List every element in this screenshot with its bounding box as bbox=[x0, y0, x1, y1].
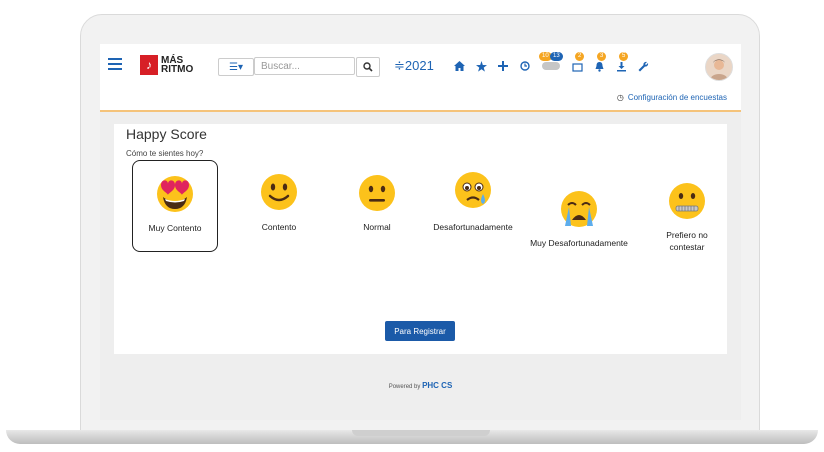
home-icon[interactable] bbox=[448, 55, 470, 77]
option-label: Normal bbox=[363, 222, 391, 232]
option-prefiero-no-contestar[interactable]: Prefiero no contestar bbox=[644, 168, 730, 260]
star-icon[interactable] bbox=[470, 55, 492, 77]
option-label: Prefiero no contestar bbox=[666, 230, 708, 252]
page-title: Happy Score bbox=[126, 126, 207, 142]
crying-emoji-icon bbox=[561, 191, 597, 227]
music-note-icon: ♪ bbox=[140, 55, 158, 75]
option-label: Contento bbox=[261, 222, 297, 232]
user-photo-icon bbox=[706, 54, 732, 80]
laptop-notch bbox=[352, 430, 490, 436]
year-selector[interactable]: ≑2021 bbox=[394, 58, 434, 74]
heart-eyes-emoji-icon bbox=[157, 176, 193, 212]
wrench-icon[interactable] bbox=[632, 55, 654, 77]
badge-count: 13 bbox=[550, 52, 563, 61]
search-input[interactable] bbox=[254, 57, 355, 75]
option-desafortunadamente[interactable]: Desafortunadamente bbox=[430, 160, 516, 252]
option-muy-contento[interactable]: Muy Contento bbox=[132, 160, 218, 252]
download-icon[interactable]: 5 bbox=[610, 52, 632, 77]
badge-count: 2 bbox=[575, 52, 585, 61]
option-label: Muy Desafortunadamente bbox=[530, 238, 628, 248]
search-button[interactable] bbox=[356, 57, 380, 77]
sad-tear-emoji-icon bbox=[455, 172, 491, 208]
neutral-emoji-icon bbox=[359, 175, 395, 211]
powered-by-footer: Powered by PHC CS bbox=[100, 381, 741, 390]
register-button[interactable]: Para Registrar bbox=[385, 321, 455, 341]
top-navbar: ♪ MÁSRITMO ☰▾ ≑2021 1013 2 3 5 bbox=[100, 44, 741, 89]
option-contento[interactable]: Contento bbox=[236, 160, 322, 252]
happy-score-card: Happy Score Cómo te sientes hoy? Muy Con… bbox=[114, 124, 727, 354]
nav-icon-bar: 10 13 2 3 5 bbox=[448, 52, 654, 79]
survey-question: Cómo te sientes hoy? bbox=[126, 149, 204, 158]
bell-icon[interactable]: 3 bbox=[588, 52, 610, 77]
option-label: Muy Contento bbox=[148, 223, 202, 233]
user-avatar[interactable] bbox=[705, 53, 733, 81]
app-logo[interactable]: ♪ MÁS RITMO bbox=[140, 54, 194, 76]
footer-prefix: Powered by bbox=[388, 384, 421, 390]
clock-icon: ◷ bbox=[616, 93, 624, 102]
app-screen: ♪ MÁSRITMO ☰▾ ≑2021 1013 2 3 5 ◷ Configu… bbox=[100, 44, 741, 420]
option-normal[interactable]: Normal bbox=[334, 160, 420, 252]
smiling-emoji-icon bbox=[261, 174, 297, 210]
plus-icon[interactable] bbox=[492, 55, 514, 77]
list-view-dropdown-button[interactable]: ☰▾ bbox=[218, 58, 254, 76]
survey-config-link[interactable]: ◷ Configuración de encuestas bbox=[617, 93, 727, 102]
footer-brand-link[interactable]: PHC CS bbox=[422, 381, 452, 390]
zipper-mouth-emoji-icon bbox=[669, 183, 705, 219]
search-icon bbox=[363, 62, 373, 72]
option-label: Desafortunadamente bbox=[433, 222, 513, 232]
survey-config-label: Configuración de encuestas bbox=[627, 93, 727, 102]
hamburger-menu-icon[interactable] bbox=[108, 58, 122, 70]
option-muy-desafortunadamente[interactable]: Muy Desafortunadamente bbox=[530, 176, 628, 268]
logo-line2: RITMO bbox=[161, 64, 194, 75]
badge-count: 3 bbox=[597, 52, 607, 61]
messages-icon[interactable]: 10 13 bbox=[536, 52, 566, 77]
clock-icon[interactable] bbox=[514, 55, 536, 77]
tasks-icon[interactable]: 2 bbox=[566, 52, 588, 77]
badge-count: 5 bbox=[619, 52, 629, 61]
sub-toolbar: ◷ Configuración de encuestas bbox=[100, 88, 741, 112]
